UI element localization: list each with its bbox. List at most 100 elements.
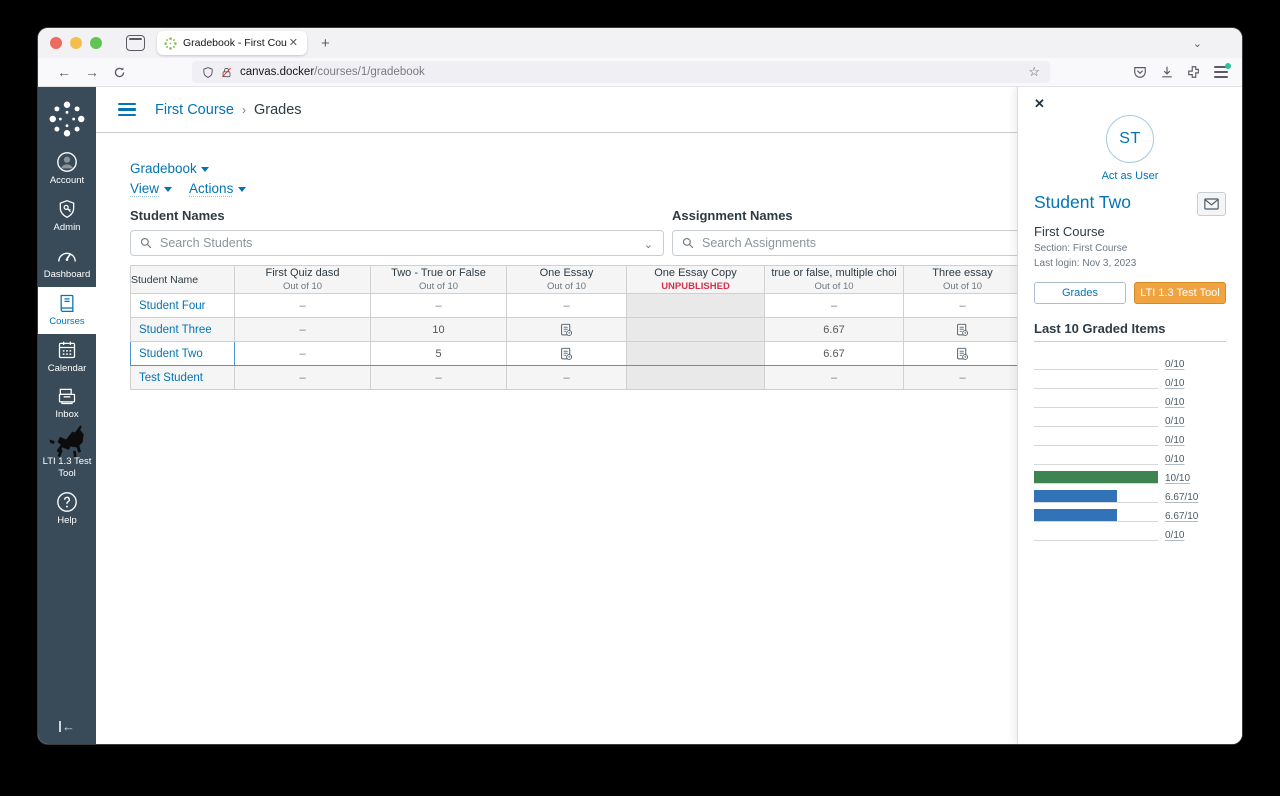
grades-button[interactable]: Grades [1034, 282, 1126, 304]
firefox-view-icon[interactable] [126, 35, 145, 51]
grade-cell[interactable] [627, 318, 765, 342]
forward-button[interactable]: → [85, 65, 99, 79]
downloads-icon[interactable] [1160, 65, 1174, 79]
needs-grading-cell[interactable] [507, 318, 627, 342]
sidebar-item-inbox[interactable]: Inbox [38, 380, 96, 427]
student-name-link[interactable]: Student Two [131, 342, 235, 366]
grade-cell[interactable]: 5 [371, 342, 507, 366]
grade-cell[interactable]: 6.67 [765, 342, 904, 366]
course-nav-hamburger-icon[interactable] [118, 100, 136, 120]
sidebar-item-calendar[interactable]: Calendar [38, 334, 96, 381]
assignment-column-header[interactable]: Three essayOut of 10 [904, 266, 1022, 294]
needs-grading-cell[interactable] [904, 318, 1022, 342]
assignment-column-header[interactable]: One EssayOut of 10 [507, 266, 627, 294]
grade-cell[interactable]: 10 [371, 318, 507, 342]
graded-item: 0/10 [1034, 427, 1226, 446]
message-student-button[interactable] [1197, 192, 1226, 216]
assignment-title: One Essay [507, 267, 626, 280]
grade-score-link[interactable]: 0/10 [1165, 454, 1184, 465]
grade-score-link[interactable]: 0/10 [1165, 378, 1184, 389]
sidebar-item-label: LTI 1.3 Test Tool [38, 456, 96, 480]
table-row: Test Student––––– [131, 366, 1022, 390]
grade-score-link[interactable]: 10/10 [1165, 473, 1190, 484]
grade-cell[interactable]: – [235, 318, 371, 342]
gauge-icon [56, 245, 78, 267]
search-students-input[interactable]: Search Students ⌄ [130, 230, 664, 256]
grade-cell[interactable]: – [904, 366, 1022, 390]
grade-score-link[interactable]: 0/10 [1165, 359, 1184, 370]
sidebar-item-account[interactable]: Account [38, 146, 96, 193]
minimize-window-button[interactable] [70, 37, 82, 49]
sidebar-item-dashboard[interactable]: Dashboard [38, 240, 96, 287]
no-grade-dash: – [299, 348, 305, 360]
assignment-column-header[interactable]: One Essay CopyUNPUBLISHED [627, 266, 765, 294]
student-name-link[interactable]: Student Three [131, 318, 235, 342]
grade-cell[interactable]: – [507, 366, 627, 390]
grade-cell[interactable] [627, 294, 765, 318]
student-name-link[interactable]: Student Four [131, 294, 235, 318]
act-as-user-link[interactable]: Act as User [1102, 170, 1159, 182]
grade-bar-track [1034, 394, 1158, 408]
grade-score-link[interactable]: 0/10 [1165, 435, 1184, 446]
list-tabs-chevron-icon[interactable]: ⌄ [1193, 37, 1202, 50]
shield-permissions-icon[interactable] [202, 66, 214, 79]
browser-toolbar: ← → canvas.docker/courses/1/gradebook ☆ [38, 58, 1242, 87]
close-window-button[interactable] [50, 37, 62, 49]
back-button[interactable]: ← [57, 65, 71, 79]
view-menu-button[interactable]: View [130, 181, 172, 196]
grade-cell[interactable]: – [235, 342, 371, 366]
assignment-column-header[interactable]: true or false, multiple choiOut of 10 [765, 266, 904, 294]
grade-score-link[interactable]: 0/10 [1165, 397, 1184, 408]
breadcrumb-course-link[interactable]: First Course [155, 102, 234, 118]
reload-button[interactable] [113, 66, 126, 79]
tab-close-icon[interactable]: ✕ [287, 36, 300, 51]
grade-cell[interactable]: – [507, 294, 627, 318]
collapse-nav-button[interactable]: ← [38, 719, 96, 734]
sidebar-item-courses[interactable]: Courses [38, 287, 96, 334]
search-assignments-input[interactable]: Search Assignments [672, 230, 1052, 256]
pocket-icon[interactable] [1133, 65, 1147, 79]
assignment-column-header[interactable]: Two - True or FalseOut of 10 [371, 266, 507, 294]
avatar[interactable]: ST [1106, 115, 1154, 163]
needs-grading-cell[interactable] [904, 342, 1022, 366]
new-tab-button[interactable]: + [321, 36, 330, 51]
graded-items-list: 0/10 0/10 0/10 0/10 0/10 0/10 10/10 6.67/10 6.67… [1034, 351, 1226, 541]
grade-cell[interactable]: 6.67 [765, 318, 904, 342]
grade-cell[interactable]: – [235, 294, 371, 318]
points-possible-label: Out of 10 [904, 281, 1021, 292]
app-menu-icon[interactable] [1214, 66, 1228, 78]
sidebar-item-lti-1-3-test-tool[interactable]: LTI 1.3 Test Tool [38, 427, 96, 486]
grade-bar [1034, 509, 1117, 521]
students-dropdown-chevron-icon[interactable]: ⌄ [644, 238, 653, 251]
student-name-link[interactable]: Student Two [1034, 192, 1131, 213]
student-name-column-header[interactable]: Student Name [131, 266, 235, 294]
grade-score-link[interactable]: 6.67/10 [1165, 492, 1198, 503]
grade-cell[interactable]: – [235, 366, 371, 390]
url-bar[interactable]: canvas.docker/courses/1/gradebook ☆ [192, 61, 1050, 83]
grade-score-link[interactable]: 6.67/10 [1165, 511, 1198, 522]
extensions-puzzle-icon[interactable] [1187, 65, 1201, 79]
grade-score-link[interactable]: 0/10 [1165, 530, 1184, 541]
tray-close-icon[interactable]: ✕ [1034, 96, 1048, 112]
actions-menu-button[interactable]: Actions [189, 181, 246, 196]
grade-cell[interactable]: – [371, 294, 507, 318]
grade-cell[interactable]: – [765, 366, 904, 390]
no-grade-dash: – [299, 300, 305, 312]
grade-score-link[interactable]: 0/10 [1165, 416, 1184, 427]
canvas-logo-icon[interactable] [48, 100, 86, 138]
student-name-link[interactable]: Test Student [131, 366, 235, 390]
zoom-window-button[interactable] [90, 37, 102, 49]
grade-cell[interactable] [627, 366, 765, 390]
grade-cell[interactable] [627, 342, 765, 366]
grade-cell[interactable]: – [904, 294, 1022, 318]
needs-grading-cell[interactable] [507, 342, 627, 366]
lti-test-tool-button[interactable]: LTI 1.3 Test Tool [1134, 282, 1226, 304]
insecure-lock-icon[interactable] [221, 66, 232, 79]
sidebar-item-help[interactable]: Help [38, 486, 96, 533]
sidebar-item-admin[interactable]: Admin [38, 193, 96, 240]
grade-cell[interactable]: – [765, 294, 904, 318]
browser-tab[interactable]: Gradebook - First Course ✕ [157, 31, 307, 55]
grade-cell[interactable]: – [371, 366, 507, 390]
bookmark-star-icon[interactable]: ☆ [1028, 64, 1040, 80]
assignment-column-header[interactable]: First Quiz dasdOut of 10 [235, 266, 371, 294]
